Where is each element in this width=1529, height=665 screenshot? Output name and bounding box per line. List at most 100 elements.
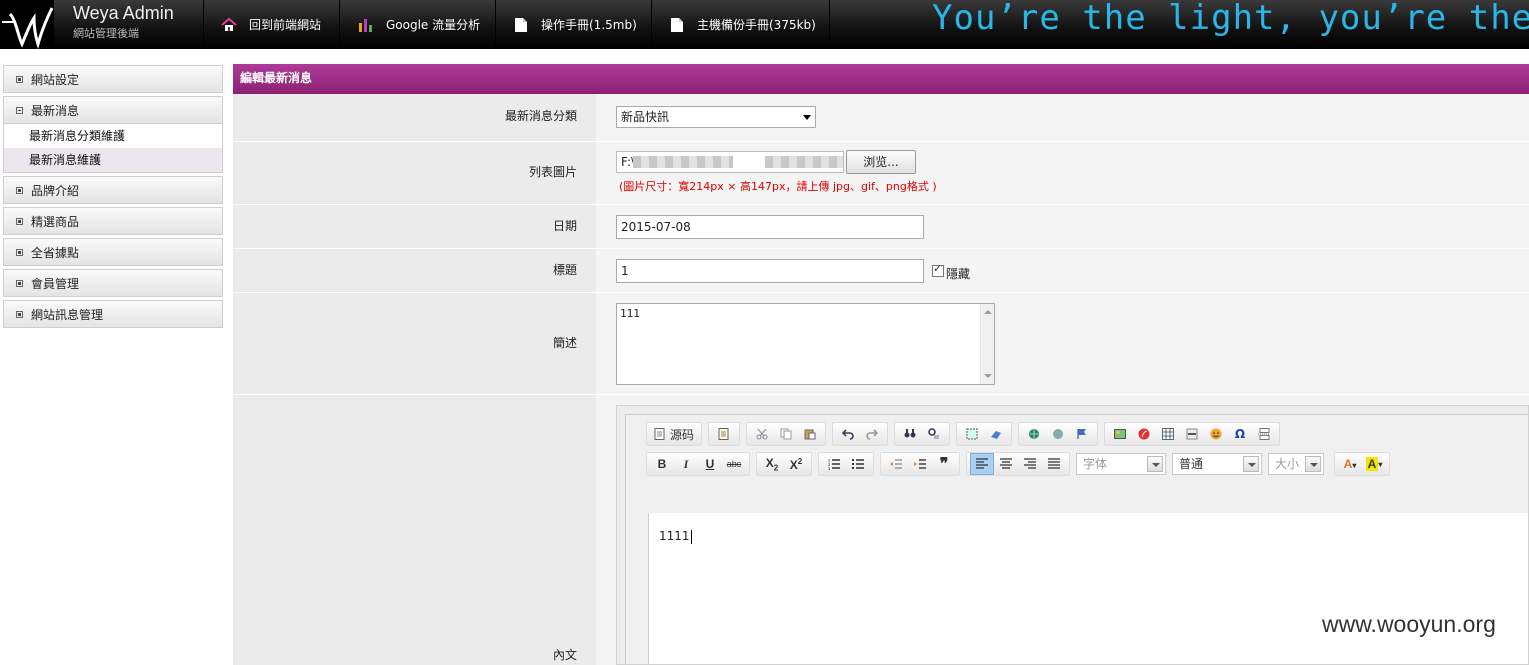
expand-icon [16, 217, 23, 225]
nav-divider [203, 0, 204, 49]
horizontal-rule-button[interactable] [1180, 423, 1204, 445]
source-button[interactable]: 源码 [650, 423, 698, 445]
bullet-list-icon [852, 459, 864, 469]
omega-icon: Ω [1234, 427, 1246, 441]
browse-button[interactable]: 浏览... [846, 150, 916, 174]
superscript-icon: X2 [789, 456, 803, 472]
align-right-button[interactable] [1018, 453, 1042, 475]
sidebar-item-news-category[interactable]: 最新消息分類維護 [4, 124, 222, 148]
select-all-button[interactable] [960, 423, 984, 445]
special-char-button[interactable]: Ω [1228, 423, 1252, 445]
align-justify-button[interactable] [1042, 453, 1066, 475]
paste-button[interactable] [798, 423, 822, 445]
smiley-button[interactable] [1204, 423, 1228, 445]
paragraph-format-select[interactable]: 普通 [1172, 453, 1262, 475]
form-row-summary: 簡述 111 [233, 293, 1529, 395]
nav-google-analytics-label: Google 流量分析 [386, 18, 481, 32]
align-left-button[interactable] [970, 453, 994, 475]
title-input[interactable]: 1 [616, 259, 924, 283]
image-button[interactable] [1108, 423, 1132, 445]
subscript-button[interactable]: X2 [760, 453, 784, 475]
bold-icon: B [657, 457, 667, 471]
hidden-checkbox[interactable] [932, 262, 944, 277]
nav-home[interactable]: 回到前端網站 [221, 0, 321, 49]
home-icon [221, 17, 237, 33]
sidebar-section-products[interactable]: 精選商品 [3, 207, 223, 235]
redo-button[interactable] [860, 423, 884, 445]
scroll-up-icon [984, 310, 992, 314]
font-size-select[interactable]: 大小 [1268, 453, 1324, 475]
dropdown-arrow-icon: ▾ [1378, 459, 1383, 469]
summary-scrollbar[interactable] [980, 304, 994, 384]
superscript-button[interactable]: X2 [784, 453, 808, 475]
sidebar-section-label: 最新消息 [31, 103, 80, 118]
blockquote-button[interactable]: ❞ [932, 453, 956, 475]
flash-button[interactable] [1132, 423, 1156, 445]
italic-button[interactable]: I [674, 453, 698, 475]
link-button[interactable] [1022, 423, 1046, 445]
bullet-list-button[interactable] [846, 453, 870, 475]
nav-divider [829, 0, 830, 49]
page-break-icon [1258, 428, 1271, 440]
sidebar-item-news-maintain[interactable]: 最新消息維護 [4, 148, 222, 172]
copy-button[interactable] [774, 423, 798, 445]
align-center-button[interactable] [994, 453, 1018, 475]
image-file-input[interactable]: F:\ [616, 151, 844, 173]
sidebar-section-site-settings[interactable]: 網站設定 [3, 65, 223, 93]
form-row-category: 最新消息分類 新品快訊 [233, 94, 1529, 142]
underline-button[interactable]: U [698, 453, 722, 475]
background-color-button[interactable]: A ▾ [1362, 453, 1386, 475]
toolbar-group [708, 422, 741, 446]
sidebar-section-members[interactable]: 會員管理 [3, 269, 223, 297]
sidebar-section-locations[interactable]: 全省據點 [3, 238, 223, 266]
bold-button[interactable]: B [650, 453, 674, 475]
date-input[interactable]: 2015-07-08 [616, 215, 924, 239]
summary-textarea[interactable]: 111 [616, 303, 995, 385]
editor-content: 1111 [659, 529, 692, 544]
editor-content-area[interactable]: 1111 [648, 513, 1528, 664]
indent-button[interactable] [908, 453, 932, 475]
text-color-button[interactable]: A▾ [1338, 453, 1362, 475]
toolbar-group [746, 422, 827, 446]
toolbar-group [1018, 422, 1099, 446]
strikethrough-button[interactable]: abc [722, 453, 746, 475]
nav-google-analytics[interactable]: Google 流量分析 [358, 0, 480, 49]
remove-format-button[interactable] [984, 423, 1008, 445]
nav-divider [339, 0, 340, 49]
toolbar-group: Ω [1104, 422, 1281, 446]
document-icon [669, 17, 685, 33]
nav-backup-manual[interactable]: 主機備份手冊(375kb) [669, 0, 816, 49]
replace-button[interactable] [922, 423, 946, 445]
undo-button[interactable] [836, 423, 860, 445]
nav-home-label: 回到前端網站 [249, 18, 322, 32]
page-break-button[interactable] [1252, 423, 1276, 445]
unlink-button[interactable] [1046, 423, 1070, 445]
expand-icon [16, 186, 23, 194]
paragraph-format-value: 普通 [1179, 457, 1204, 471]
link-icon [1029, 429, 1040, 439]
redacted-path [765, 156, 843, 168]
sidebar-section-brand[interactable]: 品牌介紹 [3, 176, 223, 204]
numbered-list-button[interactable]: 123 [822, 453, 846, 475]
nav-manual[interactable]: 操作手冊(1.5mb) [513, 0, 637, 49]
logo-icon [0, 0, 54, 49]
sidebar-section-site-messages[interactable]: 網站訊息管理 [3, 300, 223, 328]
find-button[interactable] [898, 423, 922, 445]
outdent-button[interactable] [884, 453, 908, 475]
brand: Weya Admin 網站管理後端 [73, 3, 174, 41]
font-family-select[interactable]: 字体 [1076, 453, 1166, 475]
templates-button[interactable] [712, 423, 736, 445]
subscript-icon: X2 [765, 455, 779, 473]
table-button[interactable] [1156, 423, 1180, 445]
text-caret [690, 529, 692, 544]
main-panel: 編輯最新消息 最新消息分類 新品快訊 列表圖片 F:\ 浏览... (圖片尺寸：… [233, 64, 1529, 665]
content-label-cell: 內文 [233, 395, 596, 665]
anchor-button[interactable] [1070, 423, 1094, 445]
category-select[interactable]: 新品快訊 [616, 106, 816, 128]
expand-icon [16, 75, 23, 83]
sidebar-section-label: 會員管理 [31, 276, 80, 291]
redacted-path [633, 156, 733, 168]
nav-divider [495, 0, 496, 49]
cut-button[interactable] [750, 423, 774, 445]
sidebar-section-news[interactable]: 最新消息 [3, 96, 223, 124]
